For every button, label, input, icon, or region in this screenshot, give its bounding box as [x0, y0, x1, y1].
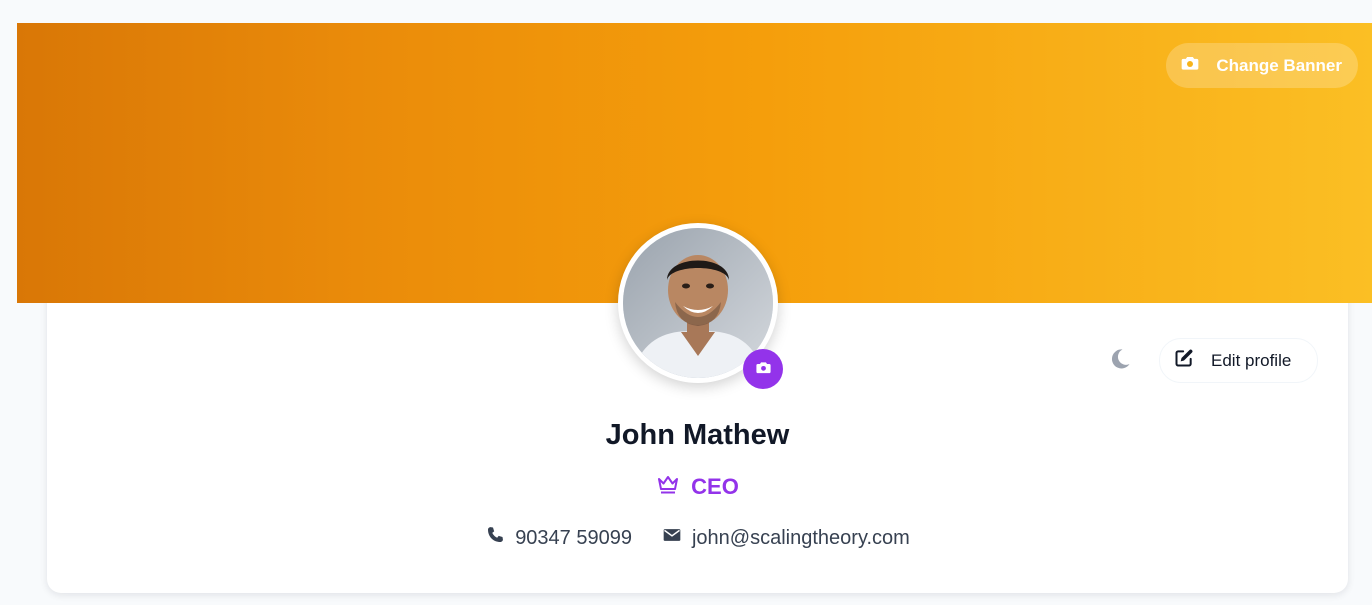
role-label: CEO [691, 474, 739, 499]
theme-toggle-button[interactable] [1103, 343, 1137, 377]
camera-icon [755, 359, 772, 379]
profile-page: Change Banner Edit profile John Mathew C… [0, 0, 1372, 605]
edit-profile-button[interactable]: Edit profile [1159, 338, 1318, 383]
edit-profile-label: Edit profile [1211, 350, 1292, 370]
email-item: john@scalingtheory.com [662, 525, 910, 551]
camera-icon [1180, 53, 1200, 78]
edit-icon [1174, 348, 1194, 373]
moon-icon [1108, 347, 1132, 374]
avatar-container [618, 223, 783, 389]
contact-info: 90347 59099 john@scalingtheory.com [0, 525, 1372, 551]
phone-item: 90347 59099 [485, 525, 632, 551]
profile-name: John Mathew [605, 419, 790, 451]
change-banner-label: Change Banner [1216, 55, 1342, 75]
avatar-camera-button[interactable] [743, 349, 783, 389]
crown-icon [656, 472, 680, 502]
phone-icon [485, 525, 505, 551]
email-address: john@scalingtheory.com [691, 526, 910, 549]
profile-role: CEO [0, 472, 1372, 502]
phone-number: 90347 59099 [515, 526, 632, 549]
change-banner-button[interactable]: Change Banner [1166, 43, 1358, 88]
envelope-icon [662, 525, 682, 551]
